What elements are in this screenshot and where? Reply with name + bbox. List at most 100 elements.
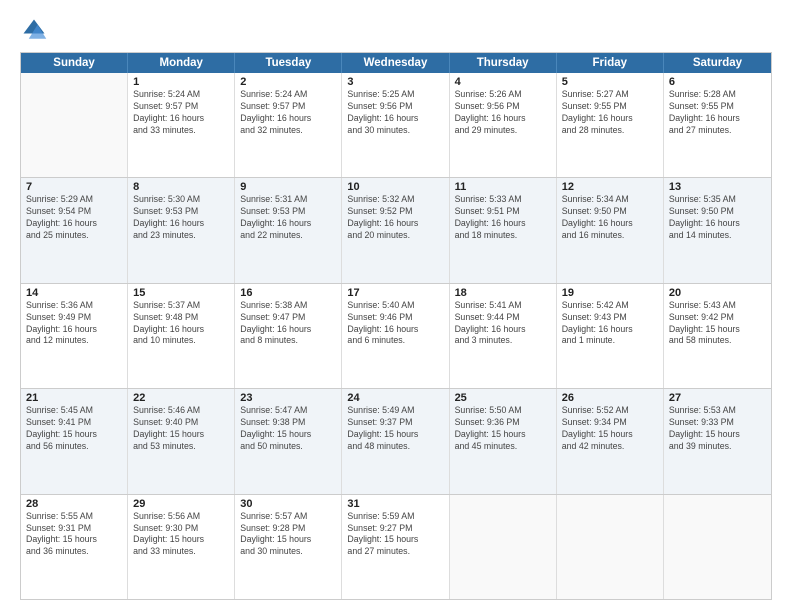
cell-line: Sunset: 9:30 PM — [133, 523, 229, 535]
calendar-header-cell: Thursday — [450, 53, 557, 73]
day-number: 20 — [669, 287, 766, 299]
cell-line: Sunrise: 5:49 AM — [347, 405, 443, 417]
cell-line: Sunrise: 5:36 AM — [26, 300, 122, 312]
cell-line: Sunset: 9:44 PM — [455, 312, 551, 324]
cell-line: Sunrise: 5:35 AM — [669, 194, 766, 206]
cell-line: and 33 minutes. — [133, 125, 229, 137]
cell-line: Daylight: 16 hours — [562, 218, 658, 230]
cell-line: Sunrise: 5:24 AM — [240, 89, 336, 101]
cell-line: Sunset: 9:40 PM — [133, 417, 229, 429]
cell-line: Sunrise: 5:24 AM — [133, 89, 229, 101]
cell-line: Sunrise: 5:42 AM — [562, 300, 658, 312]
cell-line: and 22 minutes. — [240, 230, 336, 242]
cell-line: Sunset: 9:56 PM — [455, 101, 551, 113]
cell-line: Sunset: 9:50 PM — [669, 206, 766, 218]
cell-line: Daylight: 16 hours — [455, 324, 551, 336]
cell-line: Sunset: 9:56 PM — [347, 101, 443, 113]
cell-line: Sunset: 9:57 PM — [240, 101, 336, 113]
cell-line: Daylight: 15 hours — [562, 429, 658, 441]
cell-line: Sunrise: 5:32 AM — [347, 194, 443, 206]
cell-line: Sunrise: 5:31 AM — [240, 194, 336, 206]
calendar-cell — [664, 495, 771, 599]
cell-line: Sunrise: 5:55 AM — [26, 511, 122, 523]
calendar-body: 1Sunrise: 5:24 AMSunset: 9:57 PMDaylight… — [21, 73, 771, 599]
cell-line: and 18 minutes. — [455, 230, 551, 242]
cell-line: Sunset: 9:42 PM — [669, 312, 766, 324]
cell-line: Sunset: 9:52 PM — [347, 206, 443, 218]
cell-line: Daylight: 15 hours — [240, 534, 336, 546]
cell-line: Daylight: 16 hours — [240, 218, 336, 230]
day-number: 2 — [240, 76, 336, 88]
cell-line: Sunset: 9:28 PM — [240, 523, 336, 535]
day-number: 31 — [347, 498, 443, 510]
day-number: 12 — [562, 181, 658, 193]
calendar-cell: 3Sunrise: 5:25 AMSunset: 9:56 PMDaylight… — [342, 73, 449, 177]
cell-line: Daylight: 15 hours — [133, 534, 229, 546]
cell-line: and 14 minutes. — [669, 230, 766, 242]
cell-line: Sunrise: 5:29 AM — [26, 194, 122, 206]
cell-line: and 58 minutes. — [669, 335, 766, 347]
day-number: 6 — [669, 76, 766, 88]
calendar-header-cell: Wednesday — [342, 53, 449, 73]
calendar-cell: 14Sunrise: 5:36 AMSunset: 9:49 PMDayligh… — [21, 284, 128, 388]
calendar-row: 28Sunrise: 5:55 AMSunset: 9:31 PM Dayligh… — [21, 494, 771, 599]
cell-line: and 16 minutes. — [562, 230, 658, 242]
cell-line: Daylight: 16 hours — [347, 324, 443, 336]
calendar-row: 14Sunrise: 5:36 AMSunset: 9:49 PMDayligh… — [21, 283, 771, 388]
cell-line: Sunrise: 5:41 AM — [455, 300, 551, 312]
cell-line: Sunset: 9:53 PM — [133, 206, 229, 218]
cell-line: and 45 minutes. — [455, 441, 551, 453]
cell-line: Sunrise: 5:33 AM — [455, 194, 551, 206]
cell-line: Sunset: 9:49 PM — [26, 312, 122, 324]
calendar-cell: 21Sunrise: 5:45 AMSunset: 9:41 PMDayligh… — [21, 389, 128, 493]
cell-line: Sunset: 9:31 PM — [26, 523, 122, 535]
day-number: 25 — [455, 392, 551, 404]
cell-line: Sunset: 9:38 PM — [240, 417, 336, 429]
cell-line: Daylight: 16 hours — [455, 113, 551, 125]
day-number: 28 — [26, 498, 122, 510]
calendar-cell: 22Sunrise: 5:46 AMSunset: 9:40 PMDayligh… — [128, 389, 235, 493]
cell-line: Sunset: 9:57 PM — [133, 101, 229, 113]
calendar-cell — [450, 495, 557, 599]
header — [20, 16, 772, 44]
calendar-header-cell: Tuesday — [235, 53, 342, 73]
calendar-row: 21Sunrise: 5:45 AMSunset: 9:41 PMDayligh… — [21, 388, 771, 493]
cell-line: Sunrise: 5:52 AM — [562, 405, 658, 417]
cell-line: and 39 minutes. — [669, 441, 766, 453]
cell-line: Sunset: 9:37 PM — [347, 417, 443, 429]
cell-line: Daylight: 16 hours — [347, 218, 443, 230]
day-number: 23 — [240, 392, 336, 404]
cell-line: Daylight: 16 hours — [562, 113, 658, 125]
calendar-cell — [21, 73, 128, 177]
calendar-cell: 8Sunrise: 5:30 AMSunset: 9:53 PMDaylight… — [128, 178, 235, 282]
cell-line: and 23 minutes. — [133, 230, 229, 242]
cell-line: Sunrise: 5:50 AM — [455, 405, 551, 417]
cell-line: Sunset: 9:27 PM — [347, 523, 443, 535]
cell-line: and 3 minutes. — [455, 335, 551, 347]
cell-line: and 32 minutes. — [240, 125, 336, 137]
calendar-cell: 24Sunrise: 5:49 AMSunset: 9:37 PMDayligh… — [342, 389, 449, 493]
cell-line: Sunrise: 5:59 AM — [347, 511, 443, 523]
calendar-cell: 1Sunrise: 5:24 AMSunset: 9:57 PMDaylight… — [128, 73, 235, 177]
cell-line: Sunset: 9:53 PM — [240, 206, 336, 218]
day-number: 30 — [240, 498, 336, 510]
day-number: 10 — [347, 181, 443, 193]
cell-line: Daylight: 15 hours — [455, 429, 551, 441]
calendar-header: SundayMondayTuesdayWednesdayThursdayFrid… — [21, 53, 771, 73]
cell-line: Daylight: 16 hours — [240, 113, 336, 125]
cell-line: Sunrise: 5:26 AM — [455, 89, 551, 101]
cell-line: Sunset: 9:43 PM — [562, 312, 658, 324]
cell-line: and 20 minutes. — [347, 230, 443, 242]
calendar-cell: 10Sunrise: 5:32 AMSunset: 9:52 PMDayligh… — [342, 178, 449, 282]
calendar: SundayMondayTuesdayWednesdayThursdayFrid… — [20, 52, 772, 600]
cell-line: Sunset: 9:51 PM — [455, 206, 551, 218]
cell-line: Sunrise: 5:34 AM — [562, 194, 658, 206]
day-number: 8 — [133, 181, 229, 193]
cell-line: Sunset: 9:41 PM — [26, 417, 122, 429]
cell-line: Sunrise: 5:53 AM — [669, 405, 766, 417]
calendar-row: 7Sunrise: 5:29 AMSunset: 9:54 PMDaylight… — [21, 177, 771, 282]
cell-line: Sunset: 9:55 PM — [562, 101, 658, 113]
cell-line: Daylight: 15 hours — [240, 429, 336, 441]
day-number: 5 — [562, 76, 658, 88]
day-number: 17 — [347, 287, 443, 299]
